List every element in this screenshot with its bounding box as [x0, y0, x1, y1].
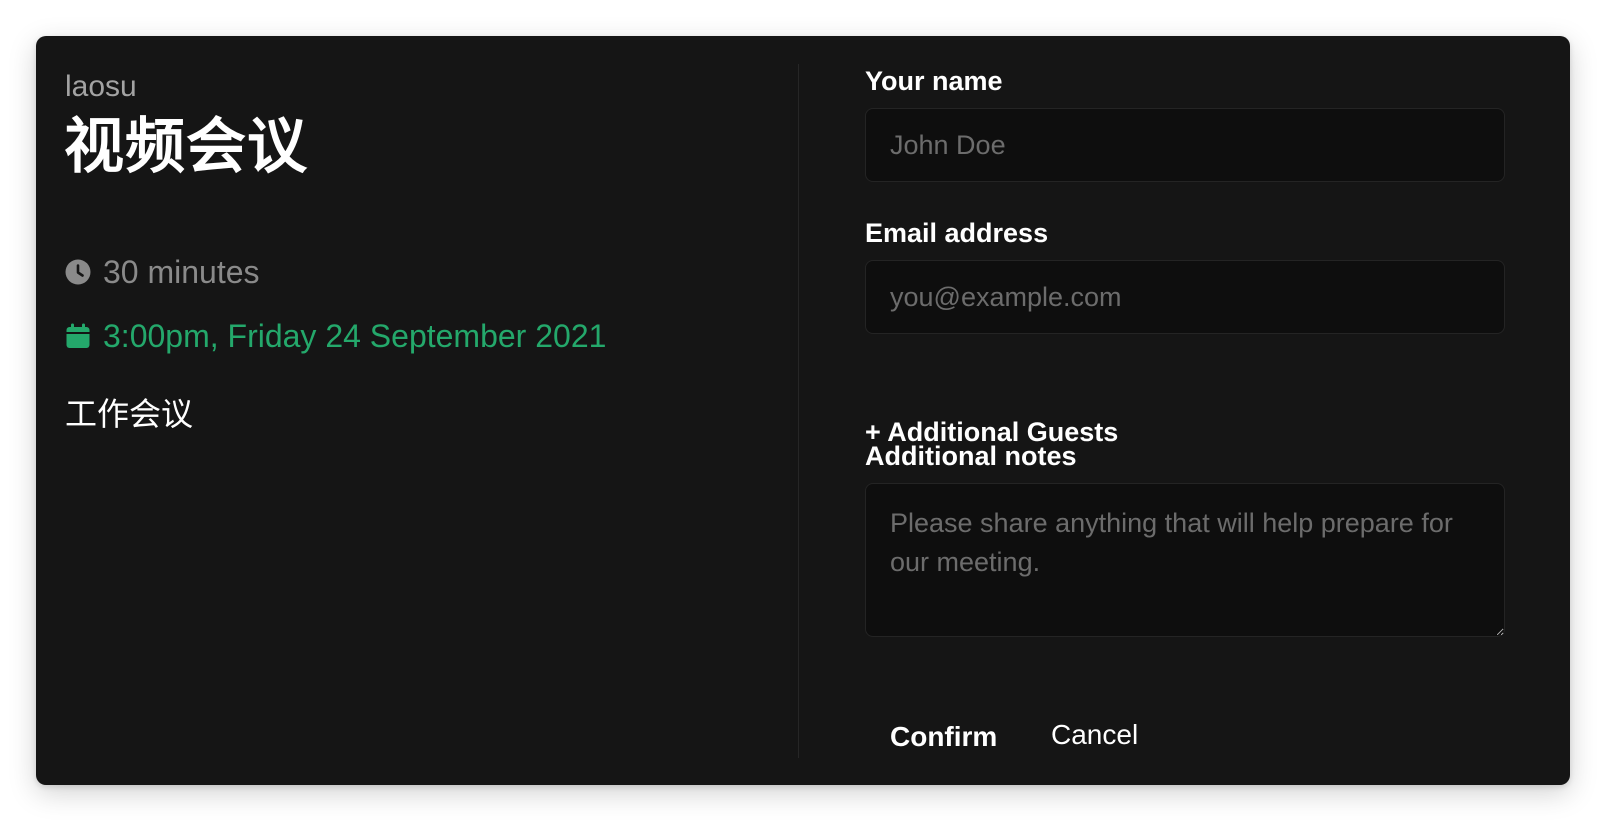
panel-divider [798, 64, 799, 758]
confirm-button[interactable]: Confirm [890, 720, 997, 754]
clock-icon [65, 259, 91, 285]
email-input[interactable] [865, 260, 1505, 334]
name-input[interactable] [865, 108, 1505, 182]
event-description: 工作会议 [65, 396, 194, 432]
duration-text: 30 minutes [103, 254, 260, 290]
event-datetime: 3:00pm, Friday 24 September 2021 [65, 318, 606, 354]
datetime-text: 3:00pm, Friday 24 September 2021 [103, 318, 607, 354]
event-duration: 30 minutes [65, 254, 260, 290]
cancel-button[interactable]: Cancel [1051, 718, 1138, 752]
booking-card: laosu 视频会议 30 minutes 3:00pm, Friday 24 … [36, 36, 1570, 785]
host-name: laosu [65, 70, 137, 103]
notes-label: Additional notes [865, 441, 1077, 471]
name-label: Your name [865, 66, 1003, 96]
event-title: 视频会议 [64, 113, 308, 180]
email-label: Email address [865, 218, 1049, 248]
notes-textarea[interactable] [865, 483, 1505, 637]
booking-form: Your name Email address + Additional Gue… [865, 36, 1505, 785]
calendar-icon [65, 323, 91, 349]
event-details-panel: laosu 视频会议 30 minutes 3:00pm, Friday 24 … [36, 36, 798, 785]
